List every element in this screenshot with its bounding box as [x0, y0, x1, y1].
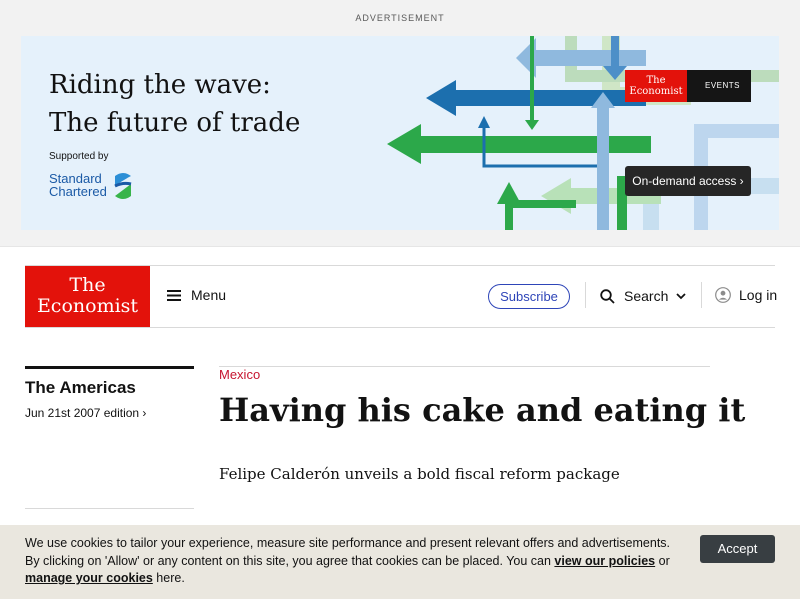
nav-divider: [585, 282, 586, 308]
ad-supported-by: Supported by: [49, 151, 109, 162]
ad-events-label: EVENTS: [705, 81, 741, 90]
advertisement-zone: ADVERTISEMENT Riding the wave: The futur…: [0, 0, 800, 247]
on-demand-access-button[interactable]: On-demand access ›: [625, 166, 751, 196]
ad-economist-logo: The Economist: [625, 70, 687, 102]
ad-economist-logo-line1: The: [646, 75, 666, 86]
trade-arrows-illustration: [361, 36, 779, 230]
cookie-text-or: or: [655, 553, 670, 568]
advertisement-label: ADVERTISEMENT: [355, 13, 445, 23]
ad-banner[interactable]: Riding the wave: The future of trade Sup…: [21, 36, 779, 230]
search-icon: [600, 288, 615, 304]
user-icon: [715, 287, 731, 303]
nav-divider: [701, 282, 702, 308]
view-policies-link[interactable]: view our policies: [554, 554, 655, 568]
search-label: Search: [624, 288, 669, 304]
ad-headline: Riding the wave: The future of trade: [49, 66, 300, 142]
standard-chartered-swirl-icon: [114, 173, 132, 199]
sponsor-name-line2: Chartered: [49, 184, 107, 199]
nav-bottom-divider: [25, 327, 775, 328]
cookie-text-after: here.: [152, 571, 185, 585]
menu-label: Menu: [191, 287, 227, 303]
logo-line1: The: [69, 274, 106, 296]
ad-headline-line2: The future of trade: [49, 108, 301, 138]
sponsor-name: Standard Chartered: [49, 172, 107, 198]
subscribe-button[interactable]: Subscribe: [488, 284, 570, 309]
cookie-banner: We use cookies to tailor your experience…: [0, 525, 800, 599]
article-standfirst: Felipe Calderón unveils a bold fiscal re…: [219, 465, 620, 483]
ad-headline-line1: Riding the wave:: [49, 70, 271, 100]
logo-line2: Economist: [36, 295, 139, 317]
ad-economist-events-logo: The Economist EVENTS: [625, 70, 751, 102]
section-title[interactable]: The Americas: [25, 378, 136, 398]
article-flytitle[interactable]: Mexico: [219, 367, 260, 382]
cookie-message: We use cookies to tailor your experience…: [25, 535, 675, 588]
hamburger-icon: [167, 289, 181, 301]
login-label: Log in: [739, 287, 778, 303]
sidebar-divider: [25, 508, 194, 509]
manage-cookies-link[interactable]: manage your cookies: [25, 571, 153, 585]
economist-logo[interactable]: The Economist: [25, 266, 150, 328]
accept-cookies-button[interactable]: Accept: [700, 535, 775, 563]
edition-link[interactable]: Jun 21st 2007 edition ›: [25, 406, 146, 420]
login-button[interactable]: Log in: [715, 285, 777, 305]
ad-economist-logo-line2: Economist: [629, 86, 683, 97]
article-headline: Having his cake and eating it: [219, 391, 746, 429]
chevron-down-icon: [676, 292, 686, 299]
menu-button[interactable]: Menu: [167, 284, 226, 306]
search-button[interactable]: Search: [600, 286, 686, 306]
headline-rule: [219, 366, 710, 367]
section-rule: [25, 366, 194, 369]
sponsor-logo: Standard Chartered: [49, 170, 139, 202]
